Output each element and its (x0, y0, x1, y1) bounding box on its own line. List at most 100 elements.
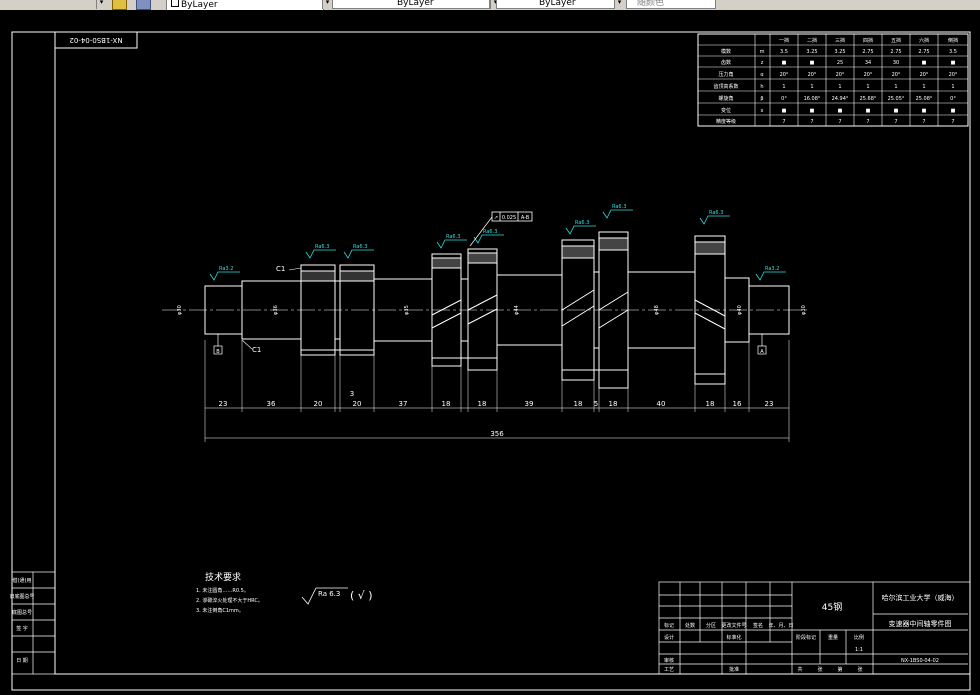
gear-table-header: 一挡 (779, 37, 789, 44)
diameter-label: φ48 (654, 305, 660, 315)
gear-table-cell: 1 (866, 84, 869, 90)
roughness-label: Ra6.3 (483, 229, 497, 235)
roughness-label: Ra6.3 (612, 204, 626, 210)
layer-state-icon[interactable] (112, 0, 127, 10)
plot-style-combo[interactable]: 随颜色 (626, 0, 716, 9)
tb-label: 年、月、日 (768, 622, 793, 629)
roughness-symbol: Ra3.2 (755, 266, 786, 281)
roughness-symbol: Ra3.2 (209, 266, 240, 281)
gear-table-cell: ■ (894, 108, 899, 114)
gear-table-cell: 1 (782, 84, 785, 90)
datum-label: B (216, 349, 220, 355)
gear-table-cell: ■ (810, 60, 815, 66)
datum-label: A (760, 349, 764, 355)
length-dim-label: 39 (525, 400, 534, 408)
tb-label: 工艺 (664, 667, 674, 673)
gear-table-cell: 20° (836, 72, 845, 78)
diameter-label: φ30 (177, 305, 183, 315)
gear-table-cell: ■ (810, 108, 815, 114)
diameter-label: φ35 (404, 305, 410, 315)
tb-label: 张 (857, 666, 862, 673)
roughness-label: Ra6.3 (709, 210, 723, 216)
gear-table-cell: 20° (864, 72, 873, 78)
drawing-name-text: 变速器中间轴零件图 (889, 619, 952, 628)
gear-table-cell: 20° (920, 72, 929, 78)
gear-table-cell: 25.08° (916, 96, 933, 102)
gear-table-cell: ■ (782, 108, 787, 114)
length-dim-label: 18 (478, 400, 487, 408)
gear-table-cell: 2.75 (890, 49, 901, 55)
gear-table-cell: 7 (866, 119, 869, 125)
gear-table-cell: ■ (951, 108, 956, 114)
gear-table-cell: 2.75 (862, 49, 873, 55)
gear-table-row-symbol: h (760, 84, 763, 90)
gear-table-row-label: 压力角 (718, 71, 733, 78)
roughness-label: Ra3.2 (765, 266, 779, 272)
roughness-symbol: Ra6.3 (602, 204, 633, 219)
gear-table-cell: 1 (838, 84, 841, 90)
gear-table-cell: 24.94° (832, 96, 849, 102)
gear-table-cell: 20° (780, 72, 789, 78)
gear-table-cell: 20° (892, 72, 901, 78)
svg-text:Ra 6.3: Ra 6.3 (318, 590, 340, 598)
gear-table-row-label: 模数 (721, 48, 731, 55)
tb-label: 标记 (664, 622, 674, 629)
gear-table-header: 倒挡 (948, 37, 958, 44)
gear-table-cell: 7 (922, 119, 925, 125)
gear-table-row-label: 变位 (721, 107, 731, 114)
dropdown-arrow-icon[interactable]: ▾ (614, 0, 624, 9)
cad-drawing-canvas[interactable]: NX-1BS0-04-02 一挡 二挡 三挡 四挡 五挡 六挡 倒挡 模数 m 3.5 3.25 3… (0, 10, 980, 695)
length-dim-label: 18 (706, 400, 715, 408)
layer-previous-icon[interactable] (136, 0, 151, 10)
length-dim-label: 36 (267, 400, 276, 408)
length-dim-label: 20 (353, 400, 362, 408)
gear-table-cell: 20° (808, 72, 817, 78)
scale-text: 1:1 (855, 647, 863, 653)
tech-req-item: 1. 未注圆角……R0.5。 (196, 587, 249, 594)
gear-table-header: 六挡 (919, 37, 929, 44)
dropdown-arrow-icon[interactable]: ▾ (96, 0, 106, 9)
school-text: 哈尔滨工业大学（威海） (882, 593, 959, 602)
gear-table-row-symbol: β (760, 96, 763, 102)
roughness-symbol: Ra6.3 (305, 244, 336, 259)
tolerance-value: 0.025 (502, 215, 516, 221)
drawing-code-text: NX-1BS0-04-02 (69, 36, 122, 44)
drawing-no-text: NX-1BS0-04-02 (901, 658, 939, 664)
gear-table-header: 二挡 (807, 37, 817, 44)
tech-req-item: 2. 渗碳淬火处理不大于HRC。 (196, 597, 263, 604)
gear-table-header: 三挡 (835, 37, 845, 44)
gear-table-cell: ■ (838, 108, 843, 114)
diameter-label: φ36 (273, 305, 279, 315)
dropdown-arrow-icon[interactable]: ▾ (322, 0, 332, 9)
length-dim-label: 18 (574, 400, 583, 408)
general-roughness-symbol: Ra 6.3 ( √ ) (301, 587, 373, 605)
roughness-symbol: Ra6.3 (565, 220, 596, 235)
length-dim-label: 18 (609, 400, 618, 408)
tb-label: 标准化 (726, 634, 741, 641)
gear-table-cell: ■ (866, 108, 871, 114)
roughness-symbol: Ra6.3 (436, 234, 467, 249)
gear-table-cell: 7 (838, 119, 841, 125)
gear-table-header: 四挡 (863, 37, 873, 44)
linetype-combo[interactable]: ByLayer (332, 0, 490, 9)
roughness-label: Ra6.3 (446, 234, 460, 240)
tolerance-datum: A-B (521, 215, 530, 221)
layer-combo-1[interactable]: ByLayer (166, 0, 324, 10)
left-strip-label: 签 字 (16, 625, 28, 632)
gear-table-cell: 16.08° (804, 96, 821, 102)
gear-table-row-label: 齿顶高系数 (713, 83, 738, 90)
gear-table-cell: ■ (922, 108, 927, 114)
lineweight-combo[interactable]: ByLayer (496, 0, 618, 9)
roughness-label: Ra6.3 (575, 220, 589, 226)
gear-table-row-symbol: α (760, 72, 764, 78)
tech-req-item: 3. 未注倒角C1mm。 (196, 607, 244, 614)
length-dim-label: 16 (733, 400, 742, 408)
roughness-symbol: Ra6.3 (473, 229, 504, 244)
gear-table-cell: 7 (810, 119, 813, 125)
gear-table-cell: 0° (950, 96, 956, 102)
chamfer-label: C1 (276, 265, 285, 273)
inner-frame (54, 31, 971, 675)
gear-table-row-label: 精度等级 (716, 118, 736, 125)
outer-frame (11, 31, 971, 691)
gear-table-cell: 30 (893, 60, 899, 66)
